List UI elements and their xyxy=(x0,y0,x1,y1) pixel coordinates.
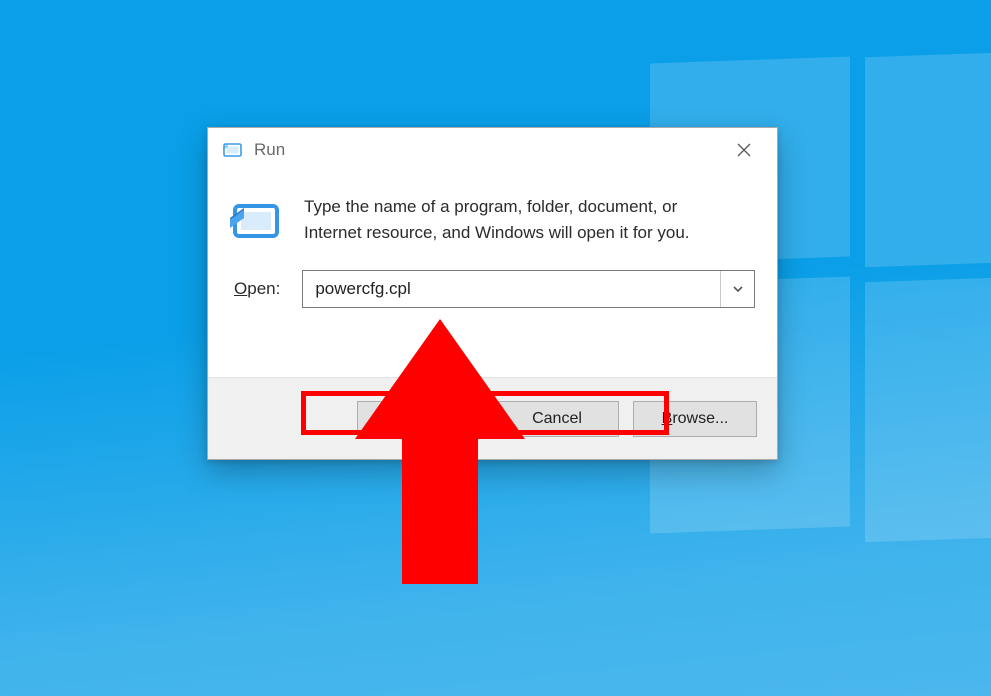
open-row: Open: xyxy=(208,256,777,308)
window-title: Run xyxy=(254,140,285,160)
run-dialog-icon xyxy=(222,141,244,159)
windows-desktop: Run Type the name of a program, folder, … xyxy=(0,0,991,696)
browse-button-label: Browse... xyxy=(662,410,729,428)
close-icon xyxy=(736,142,752,158)
run-dialog: Run Type the name of a program, folder, … xyxy=(207,127,778,460)
ok-button[interactable]: OK xyxy=(357,401,481,437)
command-combobox[interactable] xyxy=(302,270,755,308)
close-button[interactable] xyxy=(715,130,773,170)
dialog-description: Type the name of a program, folder, docu… xyxy=(304,194,734,250)
dropdown-button[interactable] xyxy=(720,271,754,307)
open-label: Open: xyxy=(234,279,280,299)
cancel-button[interactable]: Cancel xyxy=(495,401,619,437)
dialog-content: Type the name of a program, folder, docu… xyxy=(208,172,777,256)
command-input[interactable] xyxy=(303,271,754,307)
chevron-down-icon xyxy=(732,283,744,295)
ok-button-label: OK xyxy=(407,410,430,428)
cancel-button-label: Cancel xyxy=(532,410,582,428)
titlebar[interactable]: Run xyxy=(208,128,777,172)
browse-button[interactable]: Browse... xyxy=(633,401,757,437)
run-icon xyxy=(230,196,284,250)
dialog-button-bar: OK Cancel Browse... xyxy=(208,377,777,459)
